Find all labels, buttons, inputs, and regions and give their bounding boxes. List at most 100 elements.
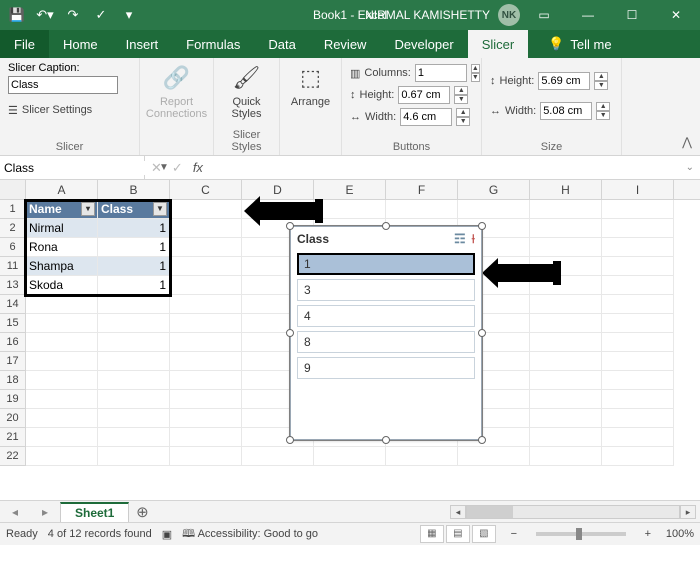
- tab-home[interactable]: Home: [49, 30, 112, 58]
- size-height-input[interactable]: [538, 72, 590, 90]
- cell[interactable]: [170, 428, 242, 447]
- cell[interactable]: [530, 371, 602, 390]
- row-header[interactable]: 6: [0, 238, 26, 257]
- resize-handle[interactable]: [478, 329, 486, 337]
- cell[interactable]: [26, 409, 98, 428]
- resize-handle[interactable]: [286, 436, 294, 444]
- cell[interactable]: [170, 371, 242, 390]
- tab-slicer[interactable]: Slicer: [468, 30, 529, 58]
- expand-formula-bar-icon[interactable]: ⌄: [680, 162, 700, 173]
- cell[interactable]: Name▾: [26, 200, 98, 219]
- cell[interactable]: [98, 390, 170, 409]
- add-sheet-button[interactable]: ⊕: [129, 503, 155, 521]
- cell[interactable]: [602, 390, 674, 409]
- name-box-input[interactable]: [4, 161, 159, 175]
- cell[interactable]: [530, 409, 602, 428]
- arrange-button[interactable]: ⬚ Arrange: [281, 62, 341, 108]
- cell[interactable]: Skoda: [26, 276, 98, 295]
- cell[interactable]: [530, 200, 602, 219]
- cell[interactable]: 1: [98, 276, 170, 295]
- enter-formula-icon[interactable]: ✓: [172, 160, 183, 176]
- worksheet-grid[interactable]: A B C D E F G H I 1Name▾Class▼2Nirmal16R…: [0, 180, 700, 500]
- cell[interactable]: Nirmal: [26, 219, 98, 238]
- cell[interactable]: [98, 428, 170, 447]
- tell-me[interactable]: 💡Tell me: [534, 30, 625, 58]
- tab-data[interactable]: Data: [254, 30, 309, 58]
- btn-height-spinner[interactable]: ▲▼: [454, 86, 468, 104]
- scroll-thumb[interactable]: [467, 506, 513, 518]
- undo-icon[interactable]: ↶▾: [34, 4, 56, 26]
- cell[interactable]: [602, 333, 674, 352]
- view-pagebreak-icon[interactable]: ▧: [472, 525, 496, 543]
- zoom-in-button[interactable]: +: [640, 528, 656, 540]
- cell[interactable]: [602, 352, 674, 371]
- horizontal-scrollbar[interactable]: ◂ ▸: [450, 504, 700, 520]
- cell[interactable]: [602, 238, 674, 257]
- scroll-right-icon[interactable]: ▸: [680, 505, 696, 519]
- insert-function-icon[interactable]: fx: [193, 160, 203, 175]
- size-width-spinner[interactable]: ▲▼: [596, 102, 610, 120]
- cell[interactable]: [26, 447, 98, 466]
- cell[interactable]: [530, 314, 602, 333]
- cell[interactable]: [602, 428, 674, 447]
- cell[interactable]: [602, 219, 674, 238]
- row-header[interactable]: 1: [0, 200, 26, 219]
- cell[interactable]: [602, 314, 674, 333]
- cell[interactable]: [98, 409, 170, 428]
- cell[interactable]: [530, 428, 602, 447]
- cell[interactable]: [26, 314, 98, 333]
- cell[interactable]: [602, 276, 674, 295]
- quick-styles-button[interactable]: 🖌 Quick Styles: [217, 62, 277, 120]
- size-width-input[interactable]: [540, 102, 592, 120]
- cell[interactable]: 1: [98, 238, 170, 257]
- resize-handle[interactable]: [382, 222, 390, 230]
- cell[interactable]: [314, 200, 386, 219]
- col-header[interactable]: H: [530, 180, 602, 199]
- row-header[interactable]: 15: [0, 314, 26, 333]
- cell[interactable]: [602, 371, 674, 390]
- cell[interactable]: [530, 295, 602, 314]
- cell[interactable]: [530, 333, 602, 352]
- resize-handle[interactable]: [382, 436, 390, 444]
- col-header[interactable]: F: [386, 180, 458, 199]
- zoom-slider[interactable]: [536, 532, 626, 536]
- btn-width-spinner[interactable]: ▲▼: [456, 108, 470, 126]
- sheet-tab[interactable]: Sheet1: [60, 502, 129, 522]
- columns-spinner[interactable]: ▲▼: [471, 64, 480, 82]
- col-header[interactable]: C: [170, 180, 242, 199]
- spellcheck-icon[interactable]: ✓: [90, 4, 112, 26]
- cell[interactable]: [170, 238, 242, 257]
- slicer-caption-input[interactable]: [8, 76, 118, 94]
- cancel-formula-icon[interactable]: ✕: [151, 160, 162, 176]
- zoom-level[interactable]: 100%: [666, 528, 694, 540]
- cell[interactable]: 1: [98, 219, 170, 238]
- col-header[interactable]: B: [98, 180, 170, 199]
- select-all-corner[interactable]: [0, 180, 26, 199]
- col-header[interactable]: I: [602, 180, 674, 199]
- col-header[interactable]: G: [458, 180, 530, 199]
- resize-handle[interactable]: [286, 222, 294, 230]
- cell[interactable]: [242, 447, 314, 466]
- maximize-button[interactable]: ☐: [612, 0, 652, 30]
- zoom-out-button[interactable]: −: [506, 528, 522, 540]
- row-header[interactable]: 11: [0, 257, 26, 276]
- view-normal-icon[interactable]: ▦: [420, 525, 444, 543]
- col-header[interactable]: A: [26, 180, 98, 199]
- row-header[interactable]: 18: [0, 371, 26, 390]
- column-filter-active-icon[interactable]: ▼: [153, 202, 167, 216]
- tab-insert[interactable]: Insert: [112, 30, 173, 58]
- cell[interactable]: [170, 352, 242, 371]
- resize-handle[interactable]: [478, 436, 486, 444]
- sheet-nav-first-icon[interactable]: ◂: [12, 505, 18, 519]
- cell[interactable]: [386, 200, 458, 219]
- row-header[interactable]: 20: [0, 409, 26, 428]
- row-header[interactable]: 17: [0, 352, 26, 371]
- cell[interactable]: [170, 276, 242, 295]
- cell[interactable]: 1: [98, 257, 170, 276]
- cell[interactable]: [602, 409, 674, 428]
- qat-customize-icon[interactable]: ▾: [118, 4, 140, 26]
- cell[interactable]: [26, 371, 98, 390]
- cell[interactable]: [98, 447, 170, 466]
- view-pagelayout-icon[interactable]: ▤: [446, 525, 470, 543]
- btn-height-input[interactable]: [398, 86, 450, 104]
